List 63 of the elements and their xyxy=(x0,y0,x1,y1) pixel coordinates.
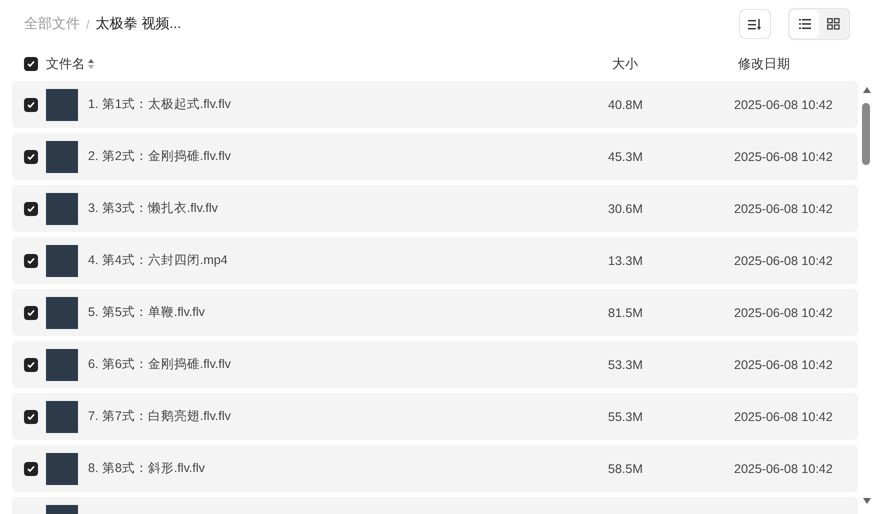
file-size: 55.3M xyxy=(608,410,644,424)
breadcrumb-separator: / xyxy=(86,16,90,32)
modified-date: 2025-06-08 10:42 xyxy=(734,150,834,164)
checkbox[interactable] xyxy=(24,410,38,424)
file-row[interactable]: 2. 第2式：金刚捣碓.flv.flv 45.3M 2025-06-08 10:42 xyxy=(12,133,858,180)
column-header: 修改日期 xyxy=(738,55,791,73)
file-name: 4. 第4式：六封四闭.mp4 xyxy=(88,252,229,269)
checkbox[interactable] xyxy=(24,98,38,112)
file-size: 30.6M xyxy=(608,202,644,216)
file-row[interactable]: 8. 第8式：斜形.flv.flv 58.5M 2025-06-08 10:42 xyxy=(12,445,858,492)
modified-date: 2025-06-08 10:42 xyxy=(734,98,834,112)
file-size: 81.5M xyxy=(608,306,644,320)
file-row[interactable]: 7. 第7式：白鹅亮翅.flv.flv 55.3M 2025-06-08 10:42 xyxy=(12,393,858,440)
modified-date: 2025-06-08 10:42 xyxy=(734,462,834,476)
checkbox[interactable] xyxy=(24,306,38,320)
sort-icon[interactable] xyxy=(88,59,94,69)
scroll-up-icon[interactable] xyxy=(862,86,872,94)
file-name: 3. 第3式：懒扎衣.flv.flv xyxy=(88,200,219,217)
sort-lines-icon xyxy=(748,18,762,30)
file-size: 58.5M xyxy=(608,462,644,476)
file-row[interactable]: 5. 第5式：单鞭.flv.flv 81.5M 2025-06-08 10:42 xyxy=(12,289,858,336)
photo-placeholder xyxy=(46,140,78,172)
file-name: 7. 第7式：白鹅亮翅.flv.flv xyxy=(88,408,232,425)
scroll-down-icon[interactable] xyxy=(862,497,872,505)
photo-placeholder xyxy=(46,192,78,224)
file-name: 1. 第1式：太极起式.flv.flv xyxy=(88,96,232,113)
sort-button[interactable] xyxy=(739,9,771,39)
file-name: 6. 第6式：金刚捣碓.flv.flv xyxy=(88,356,232,373)
file-row[interactable]: 3. 第3式：懒扎衣.flv.flv 30.6M 2025-06-08 10:42 xyxy=(12,185,858,232)
list-view-button[interactable] xyxy=(790,10,819,38)
photo-placeholder xyxy=(46,244,78,276)
scrollbar-thumb[interactable] xyxy=(862,103,870,165)
checkbox[interactable] xyxy=(24,57,38,71)
checkbox[interactable] xyxy=(24,254,38,268)
grid-icon xyxy=(827,18,840,30)
photo-placeholder xyxy=(46,452,78,484)
modified-date: 2025-06-08 10:42 xyxy=(734,358,834,372)
checkbox[interactable] xyxy=(24,150,38,164)
modified-date: 2025-06-08 10:42 xyxy=(734,306,834,320)
photo-placeholder xyxy=(46,348,78,380)
file-size: 53.3M xyxy=(608,358,644,372)
photo-placeholder xyxy=(46,88,78,120)
column-header: 大小 xyxy=(612,55,639,73)
breadcrumb-item[interactable]: 太极拳 视频... xyxy=(96,15,182,33)
file-size: 45.3M xyxy=(608,150,644,164)
file-row[interactable]: 6. 第6式：金刚捣碓.flv.flv 53.3M 2025-06-08 10:42 xyxy=(12,341,858,388)
photo-placeholder xyxy=(46,400,78,432)
checkbox[interactable] xyxy=(24,202,38,216)
file-size: 40.8M xyxy=(608,98,644,112)
checkbox[interactable] xyxy=(24,462,38,476)
checkbox[interactable] xyxy=(24,358,38,372)
photo-placeholder xyxy=(46,296,78,328)
file-size: 13.3M xyxy=(608,254,644,268)
file-name: 5. 第5式：单鞭.flv.flv xyxy=(88,304,206,321)
modified-date: 2025-06-08 10:42 xyxy=(734,202,834,216)
column-header[interactable]: 文件名 xyxy=(46,55,85,73)
modified-date: 2025-06-08 10:42 xyxy=(734,254,834,268)
file-name: 2. 第2式：金刚捣碓.flv.flv xyxy=(88,148,232,165)
file-row[interactable]: 4. 第4式：六封四闭.mp4 13.3M 2025-06-08 10:42 xyxy=(12,237,858,284)
list-icon xyxy=(798,19,810,29)
modified-date: 2025-06-08 10:42 xyxy=(734,410,834,424)
file-row[interactable]: 1. 第1式：太极起式.flv.flv 40.8M 2025-06-08 10:42 xyxy=(12,81,858,128)
file-name: 8. 第8式：斜形.flv.flv xyxy=(88,460,206,477)
